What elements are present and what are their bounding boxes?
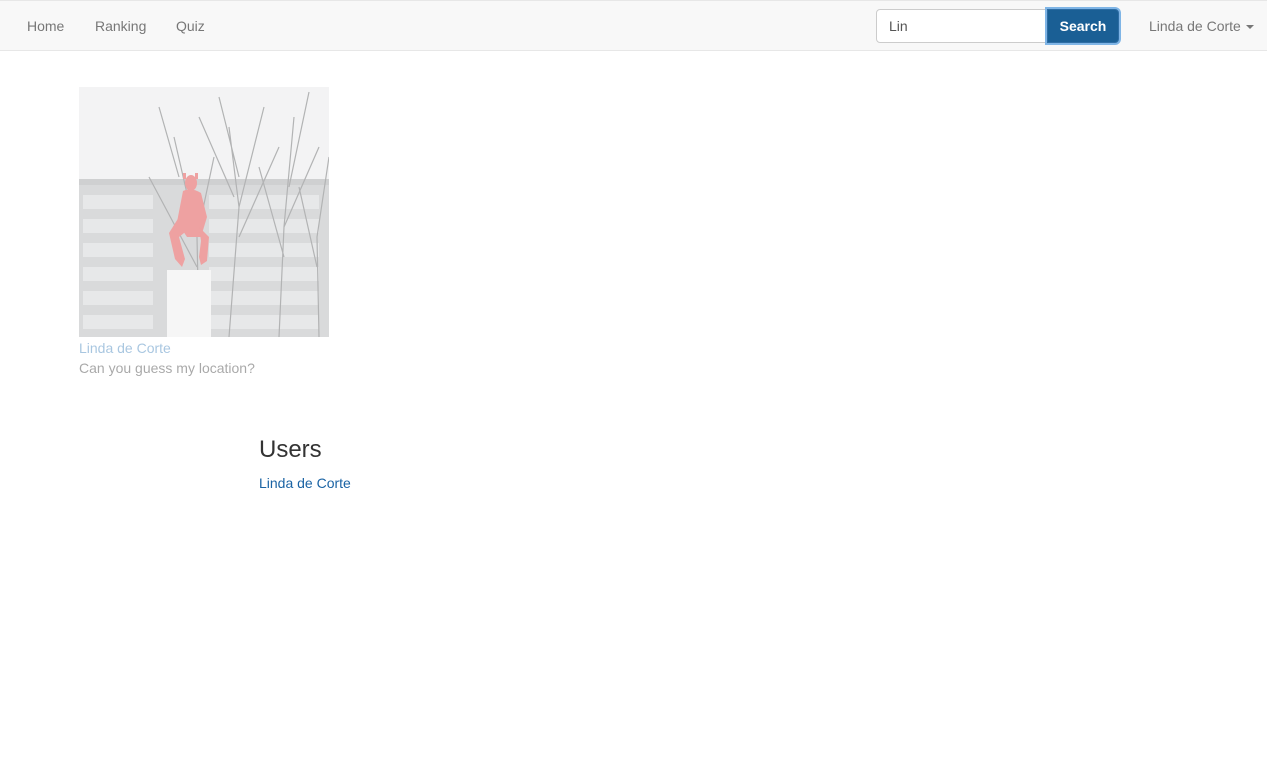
quiz-caption: Can you guess my location? [79, 360, 255, 376]
user-menu-dropdown[interactable]: Linda de Corte [1149, 18, 1254, 34]
caret-down-icon [1245, 25, 1254, 30]
top-navbar: Home Ranking Quiz Search Linda de Corte [0, 0, 1267, 51]
nav-home-link[interactable]: Home [27, 18, 64, 34]
search-button[interactable]: Search [1047, 9, 1119, 43]
search-input[interactable] [876, 9, 1048, 43]
nav-ranking-link[interactable]: Ranking [95, 18, 146, 34]
quiz-card: Linda de Corte Can you guess my location… [79, 87, 329, 376]
quiz-author-link[interactable]: Linda de Corte [79, 340, 329, 356]
user-result-link[interactable]: Linda de Corte [259, 475, 351, 491]
users-heading: Users [259, 436, 322, 463]
user-menu-label: Linda de Corte [1149, 18, 1241, 34]
quiz-photo[interactable] [79, 87, 329, 337]
nav-quiz-link[interactable]: Quiz [176, 18, 205, 34]
